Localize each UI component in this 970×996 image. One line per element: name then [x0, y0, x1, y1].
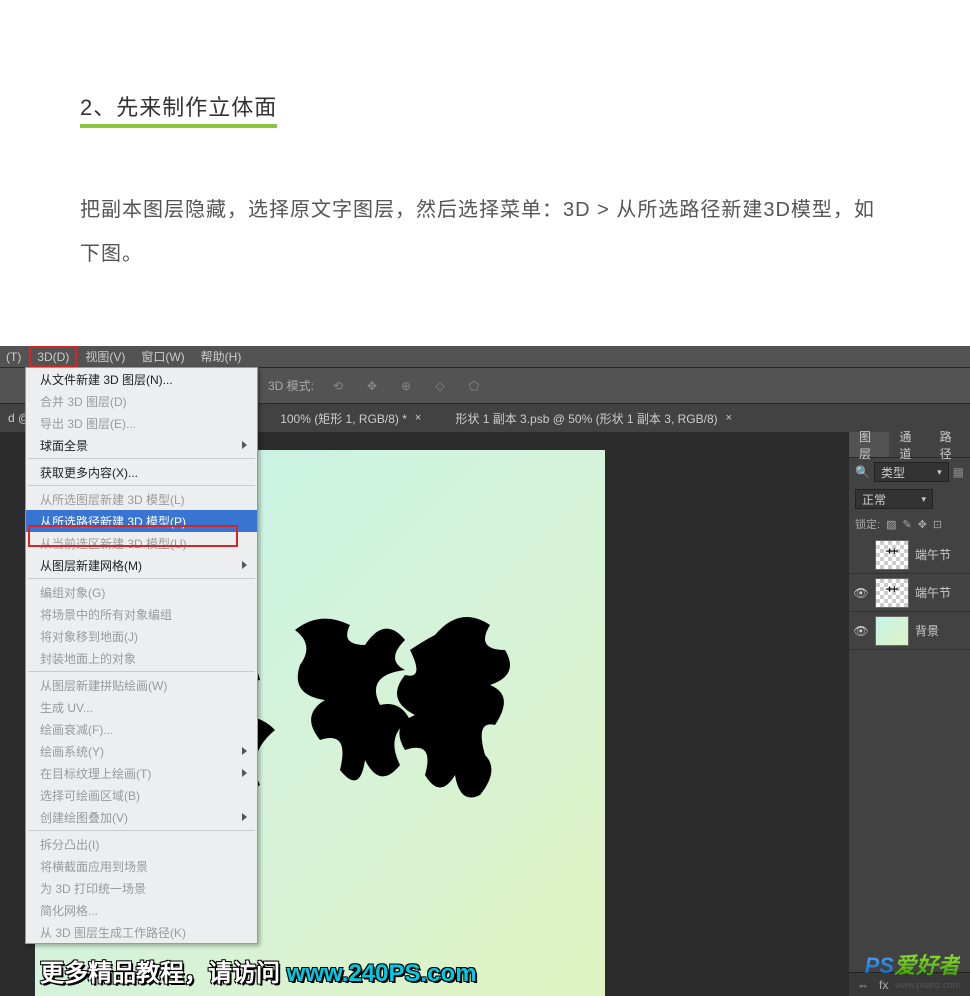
menu-view[interactable]: 视图(V) — [77, 346, 133, 367]
menu-item[interactable]: 球面全景 — [26, 434, 257, 456]
menu-separator — [28, 578, 255, 579]
pan-icon[interactable]: ✥ — [362, 376, 382, 396]
menu-separator — [28, 458, 255, 459]
menu-item[interactable]: 从所选路径新建 3D 模型(P) — [26, 510, 257, 532]
layer-thumbnail[interactable] — [875, 540, 909, 570]
close-tab-icon[interactable]: × — [415, 412, 421, 424]
lock-position-icon[interactable]: ✥ — [918, 518, 927, 531]
tab-channels[interactable]: 通道 — [889, 432, 929, 457]
layer-row[interactable]: 👁 端午节 — [849, 574, 970, 612]
menu-window[interactable]: 窗口(W) — [133, 346, 192, 367]
document-tab-1[interactable]: 100% (矩形 1, RGB/8) * — [280, 410, 407, 427]
submenu-arrow-icon — [242, 769, 247, 777]
layer-filter-dropdown[interactable]: 类型▾ — [874, 462, 949, 482]
menu-item: 创建绘图叠加(V) — [26, 806, 257, 828]
menu-item: 在目标纹理上绘画(T) — [26, 762, 257, 784]
menu-item: 合并 3D 图层(D) — [26, 390, 257, 412]
lock-row: 锁定: ▨ ✎ ✥ ⊡ — [849, 512, 970, 536]
submenu-arrow-icon — [242, 441, 247, 449]
menu-item: 绘画衰减(F)... — [26, 718, 257, 740]
menubar: (T) 3D(D) 视图(V) 窗口(W) 帮助(H) — [0, 346, 970, 368]
menu-item: 从 3D 图层生成工作路径(K) — [26, 921, 257, 943]
menu-item: 拆分凸出(I) — [26, 833, 257, 855]
menu-item: 生成 UV... — [26, 696, 257, 718]
menu-separator — [28, 485, 255, 486]
menu-item[interactable]: 获取更多内容(X)... — [26, 461, 257, 483]
layer-row[interactable]: 端午节 — [849, 536, 970, 574]
lock-transparency-icon[interactable]: ▨ — [886, 518, 896, 531]
scale-icon[interactable]: ◇ — [430, 376, 450, 396]
document-tab-2[interactable]: 形状 1 副本 3.psb @ 50% (形状 1 副本 3, RGB/8) — [455, 410, 717, 427]
menu-item: 从所选图层新建 3D 模型(L) — [26, 488, 257, 510]
lock-artboard-icon[interactable]: ⊡ — [933, 518, 942, 531]
watermark-logo: PS爱好者 www.psahz.com — [865, 948, 960, 990]
visibility-eye-icon[interactable]: 👁 — [853, 624, 869, 638]
menu-item[interactable]: 从图层新建网格(M) — [26, 554, 257, 576]
step-body: 把副本图层隐藏，选择原文字图层，然后选择菜单：3D > 从所选路径新建3D模型，… — [80, 188, 890, 276]
menu-item: 封装地面上的对象 — [26, 647, 257, 669]
menu-item: 导出 3D 图层(E)... — [26, 412, 257, 434]
menu-item: 选择可绘画区域(B) — [26, 784, 257, 806]
orbit-icon[interactable]: ⟲ — [328, 376, 348, 396]
photoshop-window: (T) 3D(D) 视图(V) 窗口(W) 帮助(H) 3D 模式: ⟲ ✥ ⊕… — [0, 346, 970, 996]
menu-item: 从图层新建拼贴绘画(W) — [26, 674, 257, 696]
layer-name: 端午节 — [915, 546, 951, 563]
layer-name: 端午节 — [915, 584, 951, 601]
lock-paint-icon[interactable]: ✎ — [902, 518, 911, 531]
menu-item: 简化网格... — [26, 899, 257, 921]
menu-item: 将场景中的所有对象编组 — [26, 603, 257, 625]
layer-thumbnail[interactable] — [875, 578, 909, 608]
menu-item: 从当前选区新建 3D 模型(U) — [26, 532, 257, 554]
menu-help[interactable]: 帮助(H) — [193, 346, 250, 367]
menu-item: 将横截面应用到场景 — [26, 855, 257, 877]
menu-item: 将对象移到地面(J) — [26, 625, 257, 647]
menu-3d[interactable]: 3D(D) — [29, 346, 77, 367]
3d-mode-label: 3D 模式: — [268, 377, 314, 394]
menu-item: 编组对象(G) — [26, 581, 257, 603]
search-icon[interactable]: 🔍 — [855, 465, 870, 479]
menu-type[interactable]: (T) — [0, 346, 29, 367]
menu-separator — [28, 830, 255, 831]
rotate-icon[interactable]: ⬠ — [464, 376, 484, 396]
menu-item: 绘画系统(Y) — [26, 740, 257, 762]
visibility-eye-icon[interactable]: 👁 — [853, 586, 869, 600]
tab-layers[interactable]: 图层 — [849, 432, 889, 457]
submenu-arrow-icon — [242, 747, 247, 755]
menu-item[interactable]: 从文件新建 3D 图层(N)... — [26, 368, 257, 390]
toolbar-left — [0, 432, 27, 996]
step-heading: 2、先来制作立体面 — [80, 90, 277, 128]
submenu-arrow-icon — [242, 561, 247, 569]
3d-menu-dropdown: 从文件新建 3D 图层(N)...合并 3D 图层(D)导出 3D 图层(E).… — [25, 367, 258, 944]
menu-separator — [28, 671, 255, 672]
watermark-tutorial: 更多精品教程，请访问 www.240PS.com — [40, 953, 477, 988]
layers-panel: 图层 通道 路径 🔍 类型▾ ▦ 正常▾ 锁定: ▨ ✎ ✥ — [849, 432, 970, 996]
filter-image-icon[interactable]: ▦ — [953, 465, 964, 479]
menu-item: 为 3D 打印统一场景 — [26, 877, 257, 899]
layer-thumbnail[interactable] — [875, 616, 909, 646]
layer-name: 背景 — [915, 622, 939, 639]
layer-row[interactable]: 👁 背景 — [849, 612, 970, 650]
tab-paths[interactable]: 路径 — [930, 432, 970, 457]
move-icon[interactable]: ⊕ — [396, 376, 416, 396]
submenu-arrow-icon — [242, 813, 247, 821]
close-tab-icon[interactable]: × — [726, 412, 732, 424]
blend-mode-dropdown[interactable]: 正常▾ — [855, 489, 933, 509]
